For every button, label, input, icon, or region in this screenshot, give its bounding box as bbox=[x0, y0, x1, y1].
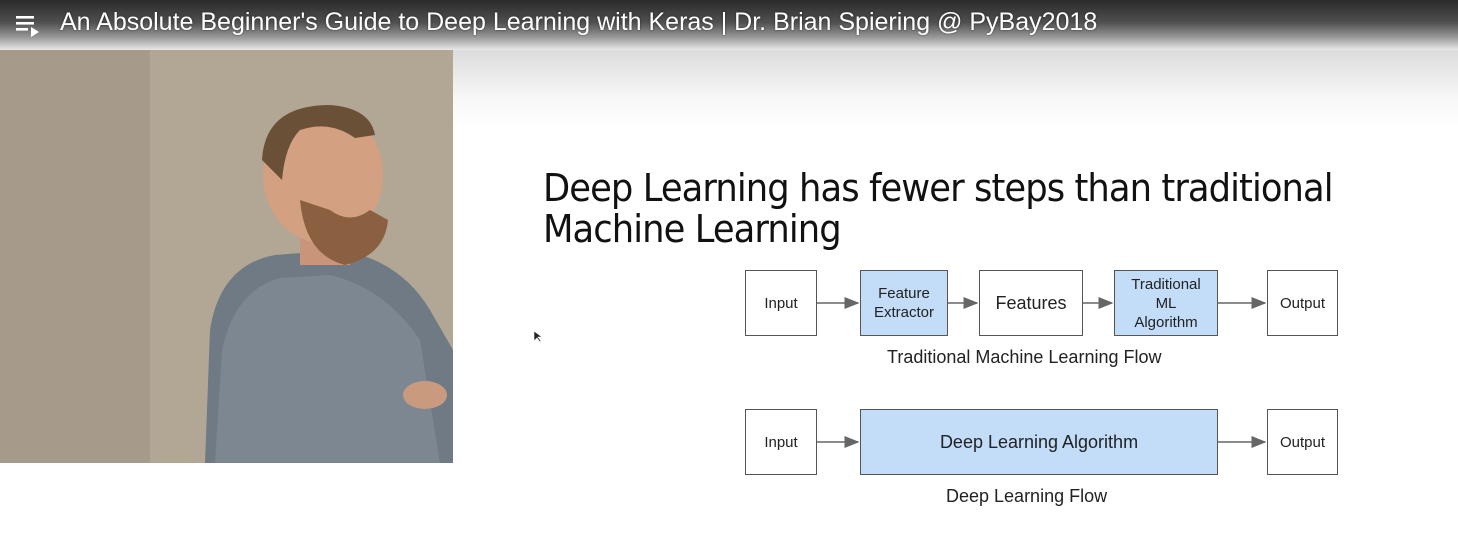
feature-extractor-box: Feature Extractor bbox=[860, 270, 948, 336]
dl-input-box: Input bbox=[745, 409, 817, 475]
mouse-cursor-icon bbox=[533, 330, 543, 343]
flow-arrows bbox=[817, 297, 1267, 448]
trad-input-box: Input bbox=[745, 270, 817, 336]
deep-flow-label: Deep Learning Flow bbox=[946, 486, 1108, 506]
traditional-flow-label: Traditional Machine Learning Flow bbox=[887, 347, 1162, 367]
traditional-ml-algorithm-box: Traditional ML Algorithm bbox=[1114, 270, 1218, 336]
deep-learning-algorithm-box: Deep Learning Algorithm bbox=[860, 409, 1218, 475]
trad-output-box: Output bbox=[1267, 270, 1338, 336]
dl-output-box: Output bbox=[1267, 409, 1338, 475]
features-box: Features bbox=[979, 270, 1083, 336]
